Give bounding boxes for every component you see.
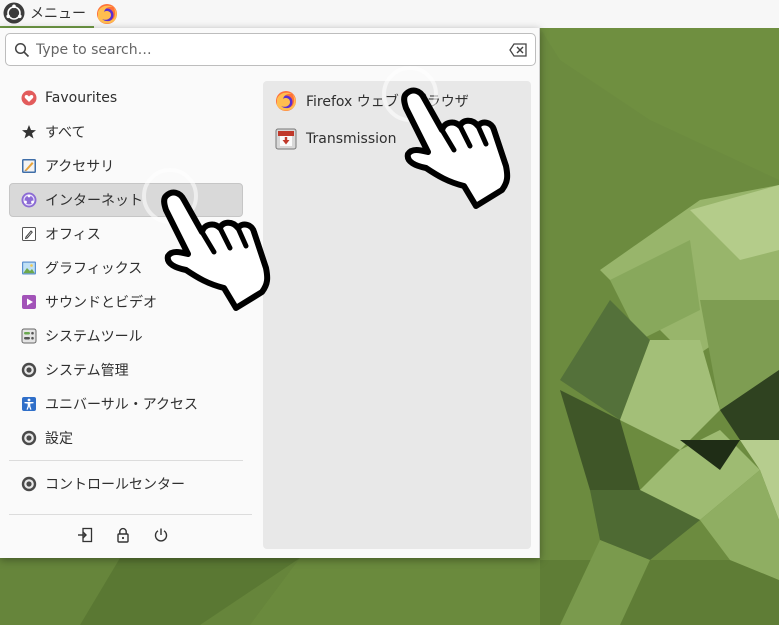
category-all[interactable]: すべて	[9, 115, 243, 149]
application-list: Firefox ウェブ・ブラウザ Transmission	[263, 81, 531, 549]
search-box	[5, 33, 536, 66]
bottom-divider	[9, 514, 252, 515]
control-center-item[interactable]: コントロールセンター	[9, 467, 243, 501]
clear-search-icon[interactable]	[509, 42, 527, 57]
category-graphics[interactable]: グラフィックス	[9, 251, 243, 285]
category-label: 設定	[45, 431, 73, 447]
category-universal-access[interactable]: ユニバーサル・アクセス	[9, 387, 243, 421]
transmission-icon	[275, 128, 297, 150]
category-label: アクセサリ	[45, 159, 115, 175]
ubuntu-mate-logo-icon	[3, 2, 25, 24]
session-buttons	[76, 526, 170, 544]
category-favourites[interactable]: Favourites	[9, 81, 243, 115]
application-menu: Favourites すべて アクセサリ インターネット オフィス グラフィック…	[0, 28, 540, 558]
heart-icon	[21, 90, 37, 106]
category-label: オフィス	[45, 227, 101, 243]
lock-icon	[117, 527, 129, 543]
menu-button-label: メニュー	[30, 6, 86, 22]
category-label: ユニバーサル・アクセス	[45, 397, 199, 413]
accessories-icon	[22, 159, 36, 173]
category-divider	[9, 460, 243, 461]
category-office[interactable]: オフィス	[9, 217, 243, 251]
lock-screen-button[interactable]	[114, 526, 132, 544]
category-internet[interactable]: インターネット	[9, 183, 243, 217]
shutdown-button[interactable]	[152, 526, 170, 544]
category-label: グラフィックス	[45, 261, 143, 277]
category-sound-video[interactable]: サウンドとビデオ	[9, 285, 243, 319]
gear-icon	[21, 362, 37, 378]
category-label: サウンドとビデオ	[45, 295, 157, 311]
office-icon	[22, 227, 36, 241]
category-label: システムツール	[45, 329, 143, 345]
app-label: Firefox ウェブ・ブラウザ	[306, 94, 469, 110]
control-center-label: コントロールセンター	[45, 477, 185, 493]
internet-icon	[21, 192, 37, 208]
category-accessories[interactable]: アクセサリ	[9, 149, 243, 183]
multimedia-icon	[22, 295, 36, 309]
firefox-icon	[276, 91, 296, 111]
firefox-launcher-icon[interactable]	[96, 3, 118, 25]
logout-button[interactable]	[76, 526, 94, 544]
gear-icon	[21, 476, 37, 492]
star-icon	[22, 125, 36, 139]
search-icon	[14, 42, 30, 57]
category-settings[interactable]: 設定	[9, 421, 243, 455]
system-tools-icon	[21, 328, 37, 344]
app-label: Transmission	[306, 131, 397, 147]
search-input[interactable]	[36, 41, 509, 58]
app-transmission[interactable]: Transmission	[263, 121, 531, 157]
menu-button[interactable]: メニュー	[0, 0, 94, 28]
category-label: システム管理	[45, 363, 129, 379]
category-system-tools[interactable]: システムツール	[9, 319, 243, 353]
top-panel: メニュー	[0, 0, 779, 28]
logout-icon	[78, 527, 93, 543]
category-label: すべて	[45, 125, 86, 141]
power-icon	[154, 528, 168, 542]
category-label: インターネット	[45, 193, 143, 209]
app-firefox[interactable]: Firefox ウェブ・ブラウザ	[263, 83, 531, 119]
gear-icon	[21, 430, 37, 446]
accessibility-icon	[22, 397, 36, 411]
category-label: Favourites	[45, 90, 118, 106]
category-list: Favourites すべて アクセサリ インターネット オフィス グラフィック…	[9, 81, 243, 501]
category-administration[interactable]: システム管理	[9, 353, 243, 387]
graphics-icon	[22, 261, 36, 275]
